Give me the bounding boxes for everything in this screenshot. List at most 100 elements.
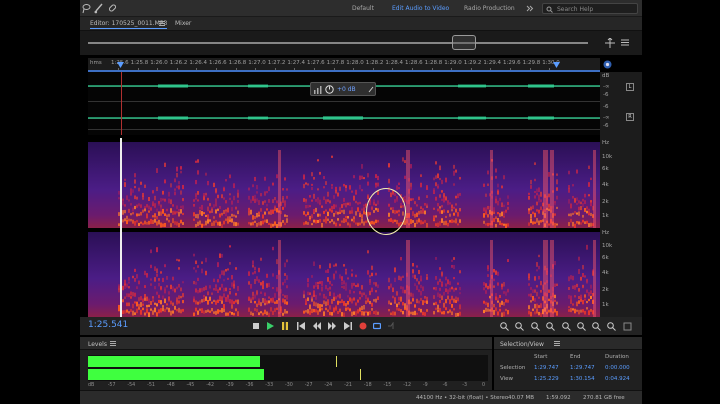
zoom-out-amplitude-icon[interactable] — [515, 322, 524, 331]
zoom-in-left-icon[interactable] — [592, 322, 601, 331]
view-duration[interactable]: 0:04.924 — [605, 376, 630, 382]
levels-scale-label: -39 — [225, 383, 234, 388]
spectral-energy — [439, 267, 441, 270]
zoom-out-time-icon[interactable] — [546, 322, 555, 331]
spectral-energy — [453, 212, 455, 216]
spectral-energy — [258, 210, 260, 216]
spectral-energy — [576, 220, 578, 224]
spectral-energy — [227, 312, 229, 316]
spectral-display-right[interactable] — [88, 232, 600, 317]
view-end[interactable]: 1:30.154 — [570, 376, 595, 382]
selection-end[interactable]: 1:29.747 — [570, 365, 595, 371]
selection-view-menu-icon[interactable] — [554, 341, 560, 346]
spectral-energy — [317, 199, 319, 204]
zoom-to-selection-button-icon[interactable] — [577, 322, 586, 331]
spectral-energy — [311, 214, 313, 219]
spectral-energy — [487, 302, 489, 308]
tab-mixer[interactable]: Mixer — [175, 20, 191, 27]
spot-healing-icon[interactable] — [108, 3, 117, 14]
pause-icon[interactable] — [281, 322, 289, 330]
spectral-display-left[interactable] — [88, 142, 600, 228]
spectral-energy — [451, 286, 453, 290]
spectral-energy — [229, 245, 231, 248]
spectral-transient — [550, 240, 554, 317]
spectral-energy — [134, 268, 136, 272]
spectral-energy — [361, 214, 363, 219]
chevron-double-right-icon[interactable] — [526, 5, 534, 12]
brush-icon[interactable] — [94, 3, 103, 14]
spectral-energy — [276, 174, 278, 179]
zoom-in-right-icon[interactable] — [607, 322, 616, 331]
spectral-energy — [211, 222, 213, 227]
view-start[interactable]: 1:25.229 — [534, 376, 559, 382]
playhead-marker-icon[interactable] — [117, 62, 124, 69]
levels-scale-label: -9 — [422, 383, 428, 388]
rewind-icon[interactable] — [313, 322, 321, 330]
spectral-energy — [217, 221, 219, 226]
spectral-energy — [580, 294, 582, 299]
spectral-energy — [331, 205, 333, 210]
spectral-energy — [327, 191, 329, 197]
panel-menu-icon[interactable] — [159, 21, 165, 26]
lasso-icon[interactable] — [82, 3, 91, 14]
zoom-in-time-icon[interactable] — [531, 322, 540, 331]
spectral-energy — [209, 219, 211, 222]
overview-menu-icon[interactable] — [621, 39, 629, 46]
zoom-in-amplitude-icon[interactable] — [500, 322, 509, 331]
spectral-energy — [343, 280, 345, 285]
spectral-energy — [367, 311, 369, 316]
spectral-energy — [532, 205, 534, 210]
stop-icon[interactable] — [252, 322, 260, 330]
zoom-out-full-icon[interactable] — [562, 322, 571, 331]
spectral-energy — [148, 205, 150, 210]
spectral-energy — [584, 208, 586, 212]
spectral-energy — [266, 283, 268, 287]
spectral-energy — [262, 280, 264, 286]
spectral-energy — [343, 183, 345, 187]
tab-editor[interactable]: Editor: 170525_0011.MP3 — [90, 20, 168, 29]
workspace-radio-production[interactable]: Radio Production — [464, 5, 515, 12]
channel-left-toggle[interactable]: L — [626, 83, 634, 91]
spectral-energy — [227, 297, 229, 302]
spectral-energy — [418, 269, 420, 275]
volume-hud[interactable]: +0 dB — [310, 82, 376, 96]
levels-menu-icon[interactable] — [110, 341, 116, 346]
spectral-energy — [209, 296, 211, 301]
marker-end-icon[interactable] — [553, 62, 560, 69]
skip-silence-icon[interactable] — [388, 322, 396, 330]
spectral-energy — [205, 220, 207, 226]
skip-previous-icon[interactable] — [297, 322, 305, 330]
zoom-to-selection-icon[interactable] — [605, 38, 615, 48]
spectral-energy — [483, 207, 485, 212]
spectral-energy — [274, 221, 276, 226]
search-field[interactable]: Search Help — [542, 3, 638, 14]
spectral-energy — [420, 182, 422, 188]
spectral-energy — [134, 292, 136, 297]
loop-icon[interactable] — [373, 322, 381, 330]
timecode-display[interactable]: 1:25.541 — [88, 320, 128, 330]
selection-duration[interactable]: 0:00.000 — [605, 365, 630, 371]
skip-next-icon[interactable] — [344, 322, 352, 330]
fast-forward-icon[interactable] — [328, 322, 336, 330]
selection-start[interactable]: 1:29.747 — [534, 365, 559, 371]
spectral-energy — [353, 220, 355, 223]
spectral-energy — [268, 211, 270, 215]
record-arm-icon[interactable] — [603, 60, 612, 69]
time-ruler[interactable]: hms 1:25.61:25.81:26.01:26.21:26.41:26.6… — [88, 58, 600, 72]
spectral-energy — [404, 160, 406, 164]
channel-right-toggle[interactable]: R — [626, 113, 634, 121]
spectral-energy — [144, 270, 146, 276]
spectral-energy — [536, 188, 538, 193]
overview-view-handle[interactable] — [452, 35, 476, 50]
overview-strip[interactable] — [80, 31, 642, 55]
workspace-default[interactable]: Default — [352, 5, 374, 12]
volume-knob-icon[interactable] — [325, 85, 334, 94]
spectral-energy — [487, 285, 489, 290]
pin-icon[interactable] — [368, 86, 374, 93]
play-icon[interactable] — [266, 322, 274, 330]
record-icon[interactable] — [359, 322, 367, 330]
spectral-energy — [262, 297, 264, 303]
levels-scale-label: -57 — [107, 383, 116, 388]
workspace-edit-audio-to-video[interactable]: Edit Audio to Video — [392, 5, 449, 12]
zoom-extra-icon[interactable] — [623, 322, 632, 331]
